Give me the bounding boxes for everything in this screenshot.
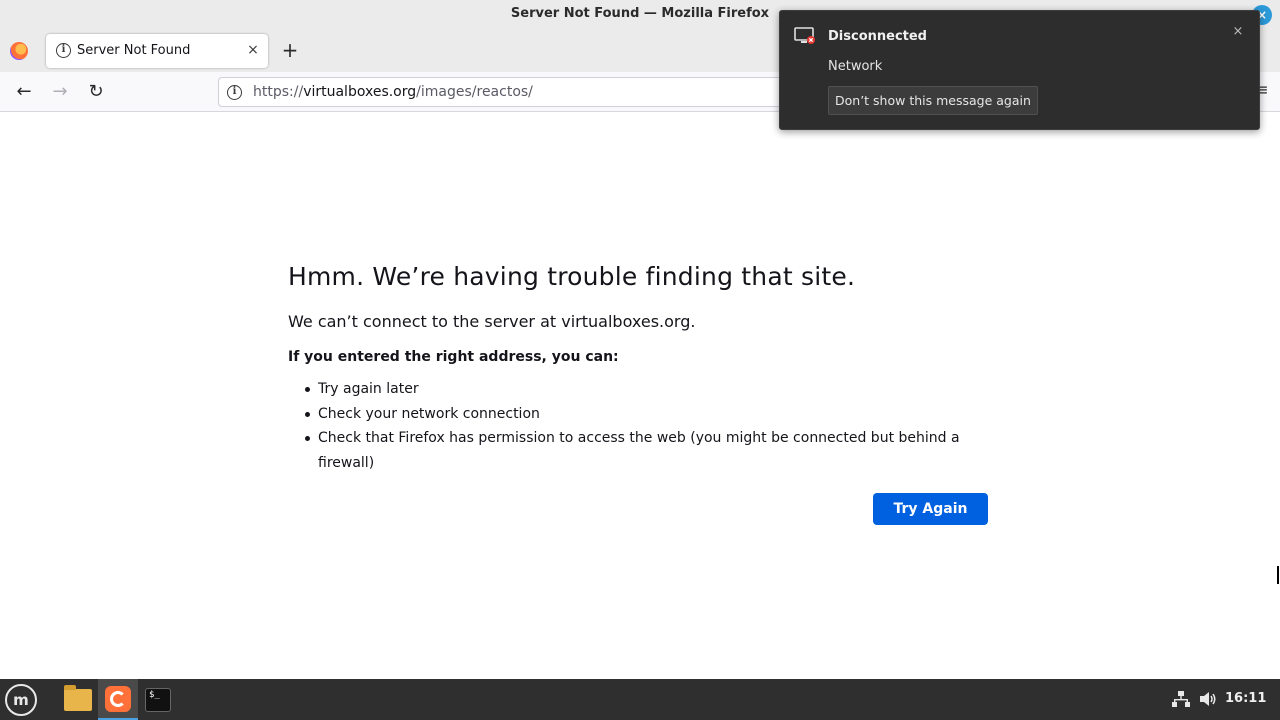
network-disconnected-icon: [794, 27, 815, 44]
start-menu-button[interactable]: m: [5, 684, 37, 716]
url-text[interactable]: https://virtualboxes.org/images/reactos/: [253, 84, 533, 100]
firefox-launcher[interactable]: [98, 679, 138, 720]
notification-title: Disconnected: [828, 29, 927, 44]
files-launcher[interactable]: [58, 679, 98, 720]
terminal-launcher[interactable]: $_: [138, 679, 178, 720]
network-icon[interactable]: [1172, 691, 1190, 707]
clock[interactable]: 16:11: [1225, 691, 1266, 706]
taskbar: m $_ 16:11: [0, 679, 1280, 720]
terminal-icon: $_: [145, 687, 171, 712]
tab-title: Server Not Found: [77, 43, 191, 58]
error-description: We can’t connect to the server at virtua…: [288, 312, 696, 331]
url-bar[interactable]: i https://virtualboxes.org/images/reacto…: [218, 77, 818, 107]
list-item: Check that Firefox has permission to acc…: [288, 426, 1008, 475]
list-item: Check your network connection: [288, 402, 1008, 427]
back-button[interactable]: ←: [12, 80, 36, 104]
tab-server-not-found[interactable]: i Server Not Found ×: [46, 34, 268, 68]
suggestion-list: Try again later Check your network conne…: [288, 377, 1008, 475]
try-again-button[interactable]: Try Again: [873, 493, 988, 525]
info-icon: i: [56, 43, 71, 58]
url-scheme: https://: [253, 84, 304, 100]
dont-show-again-button[interactable]: Don’t show this message again: [828, 86, 1038, 115]
folder-icon: [64, 684, 92, 711]
new-tab-button[interactable]: +: [280, 38, 300, 62]
site-info-icon[interactable]: i: [227, 85, 242, 100]
volume-icon[interactable]: [1199, 691, 1217, 707]
firefox-view-icon[interactable]: [10, 42, 28, 60]
firefox-icon: [105, 685, 131, 712]
notification-popup: Disconnected Network × Don’t show this m…: [779, 10, 1260, 130]
tab-close-icon[interactable]: ×: [244, 41, 262, 59]
error-page: Hmm. We’re having trouble finding that s…: [288, 262, 1008, 525]
error-subheading: If you entered the right address, you ca…: [288, 349, 619, 365]
reload-button[interactable]: ↻: [84, 80, 108, 104]
notification-close-icon[interactable]: ×: [1230, 24, 1246, 40]
notification-body: Network: [828, 59, 883, 74]
url-path: /images/reactos/: [416, 84, 533, 100]
url-host: virtualboxes.org: [303, 84, 417, 100]
list-item: Try again later: [288, 377, 1008, 402]
forward-button[interactable]: →: [48, 80, 72, 104]
text-cursor: [1277, 566, 1279, 584]
error-title: Hmm. We’re having trouble finding that s…: [288, 262, 856, 291]
